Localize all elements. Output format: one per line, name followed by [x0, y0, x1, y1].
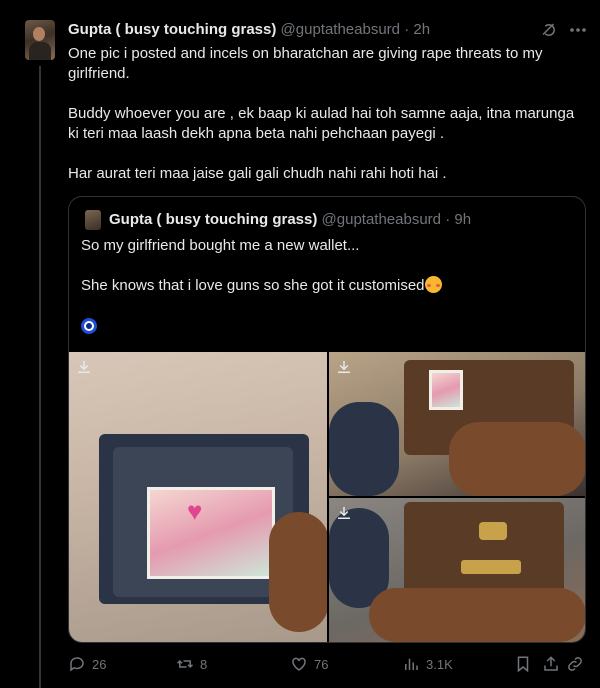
- like-count: 76: [314, 656, 329, 672]
- share-button[interactable]: [542, 655, 560, 673]
- tweet-header: Gupta ( busy touching grass) @guptatheab…: [68, 21, 430, 38]
- repost-icon: [176, 659, 194, 669]
- heart-icon: [292, 657, 306, 671]
- share-icon: [544, 656, 558, 671]
- repost-count: 8: [200, 656, 208, 672]
- download-icon[interactable]: [335, 504, 353, 522]
- quote-header: Gupta ( busy touching grass) @guptatheab…: [109, 211, 471, 228]
- quote-line-1: So my girlfriend bought me a new wallet.…: [81, 237, 360, 254]
- action-bar: 26 8 76 3.1K: [68, 655, 588, 677]
- bookmark-button[interactable]: [514, 655, 532, 673]
- repost-button[interactable]: 8: [176, 655, 207, 673]
- tweet-paragraph-1: One pic i posted and incels on bharatcha…: [68, 45, 547, 82]
- download-icon[interactable]: [335, 358, 353, 376]
- quote-author-handle: @guptatheabsurd: [321, 211, 442, 228]
- more-icon[interactable]: [568, 23, 588, 37]
- view-count: 3.1K: [426, 656, 453, 672]
- link-icon: [568, 657, 582, 671]
- quote-separator: ·: [445, 211, 451, 228]
- grok-icon[interactable]: [540, 21, 558, 39]
- reply-button[interactable]: 26: [68, 655, 106, 673]
- tweet-text: One pic i posted and incels on bharatcha…: [68, 44, 588, 184]
- quote-avatar: [85, 210, 101, 230]
- tweet-time[interactable]: 2h: [413, 21, 430, 38]
- copy-link-button[interactable]: [566, 655, 584, 673]
- quote-time: 9h: [454, 211, 472, 228]
- download-icon[interactable]: [75, 358, 93, 376]
- heart-sticker-icon: ♥: [187, 496, 203, 526]
- thread-line: [39, 66, 41, 688]
- author-name[interactable]: Gupta ( busy touching grass): [68, 21, 276, 38]
- name-plate: [461, 560, 521, 574]
- quote-author-name: Gupta ( busy touching grass): [109, 211, 318, 228]
- quote-text: So my girlfriend bought me a new wallet.…: [81, 236, 575, 336]
- wallet-photo-2[interactable]: [329, 352, 585, 496]
- photo-insert: [147, 487, 275, 579]
- gun-emblem-icon: [479, 522, 507, 540]
- avatar[interactable]: [25, 20, 55, 60]
- reply-count: 26: [92, 656, 107, 672]
- author-handle[interactable]: @guptatheabsurd: [281, 21, 400, 38]
- views-button[interactable]: 3.1K: [402, 655, 453, 673]
- bookmark-icon: [517, 656, 529, 673]
- like-button[interactable]: 76: [290, 655, 328, 673]
- tweet-paragraph-3: Har aurat teri maa jaise gali gali chudh…: [68, 165, 447, 182]
- views-icon: [405, 658, 418, 670]
- wallet-photo-1[interactable]: ♥: [69, 352, 327, 642]
- tweet-paragraph-2: Buddy whoever you are , ek baap ki aulad…: [68, 105, 579, 142]
- nazar-amulet-emoji-icon: [81, 318, 97, 335]
- reply-icon: [70, 657, 84, 672]
- wallet-photo-3[interactable]: [329, 498, 585, 642]
- quoted-tweet[interactable]: Gupta ( busy touching grass) @guptatheab…: [68, 196, 586, 643]
- quote-line-2: She knows that i love guns so she got it…: [81, 277, 425, 294]
- blush-hearts-emoji-icon: [424, 276, 442, 293]
- separator: ·: [404, 21, 410, 38]
